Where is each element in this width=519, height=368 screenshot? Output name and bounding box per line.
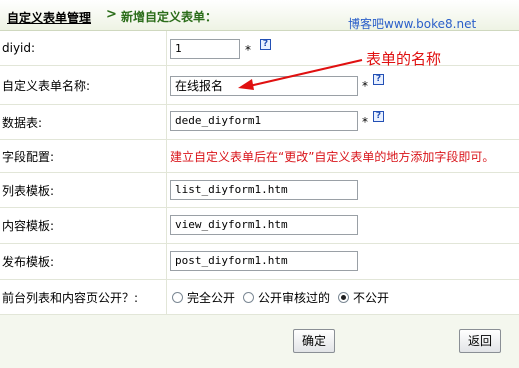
public-option-approved[interactable]: 公开审核过的 — [243, 289, 330, 306]
post-template-input[interactable]: post_diyform1.htm — [170, 251, 358, 271]
radio-label: 不公开 — [353, 290, 390, 305]
form-row-view-template: 内容模板: view_diyform1.htm — [0, 208, 519, 244]
form-row-post-template: 发布模板: post_diyform1.htm — [0, 244, 519, 280]
cell-divider — [166, 244, 167, 279]
ok-button[interactable]: 确定 — [293, 329, 336, 353]
required-star: * — [362, 115, 368, 129]
radio-label: 公开审核过的 — [258, 290, 331, 305]
view-template-label: 内容模板: — [2, 219, 55, 233]
public-option-none[interactable]: 不公开 — [338, 289, 389, 306]
form-row-fields: 字段配置: 建立自定义表单后在“更改”自定义表单的地方添加字段即可。 — [0, 140, 519, 173]
cell-divider — [166, 208, 167, 243]
fields-label: 字段配置: — [2, 149, 55, 164]
view-template-input[interactable]: view_diyform1.htm — [170, 215, 358, 235]
radio-label: 完全公开 — [187, 290, 236, 305]
table-label: 数据表: — [2, 115, 43, 130]
cell-divider — [166, 140, 167, 172]
radio-button[interactable] — [243, 291, 255, 303]
form-footer — [0, 315, 519, 368]
public-option-full[interactable]: 完全公开 — [172, 289, 235, 306]
form-row-public: 前台列表和内容页公开？: 完全公开 公开审核过的 不公开 — [0, 280, 519, 315]
post-template-label: 发布模板: — [2, 255, 55, 269]
radio-button[interactable] — [338, 291, 350, 303]
cell-divider — [166, 173, 167, 207]
public-label: 前台列表和内容页公开？: — [2, 290, 139, 305]
back-button[interactable]: 返回 — [459, 329, 502, 353]
public-radio-group: 完全公开 公开审核过的 不公开 — [172, 280, 397, 314]
form-row-list-template: 列表模板: list_diyform1.htm — [0, 173, 519, 208]
form-row-table: 数据表: dede_diyform1 * ? — [0, 105, 519, 140]
help-icon[interactable]: ? — [373, 111, 384, 122]
radio-button[interactable] — [172, 291, 183, 303]
fields-note: 建立自定义表单后在“更改”自定义表单的地方添加字段即可。 — [170, 149, 495, 164]
table-input[interactable]: dede_diyform1 — [170, 111, 358, 131]
list-template-label: 列表模板: — [2, 183, 55, 198]
cell-divider — [166, 105, 167, 139]
cell-divider — [166, 280, 167, 314]
list-template-input[interactable]: list_diyform1.htm — [170, 180, 358, 200]
